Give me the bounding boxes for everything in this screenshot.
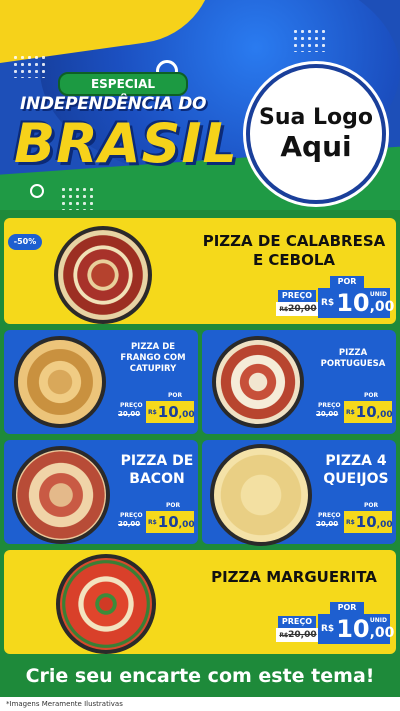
price-decimal: ,00 bbox=[369, 625, 395, 641]
price-box: R$ 10 ,00 UNID bbox=[318, 288, 394, 318]
product-name: PIZZA 4 QUEIJOS bbox=[323, 453, 389, 487]
logo-line1: Sua Logo bbox=[258, 105, 373, 130]
dots-decoration bbox=[60, 186, 96, 210]
price-box: R$ 10 ,00 bbox=[344, 401, 393, 423]
por-label: POR bbox=[330, 602, 364, 614]
product-name: PIZZA DE FRANGO COM CATUPIRY bbox=[120, 342, 186, 374]
old-price: 20,00 bbox=[316, 410, 339, 418]
price-integer: 10 bbox=[336, 615, 370, 643]
currency: R$ bbox=[321, 624, 335, 634]
product-name: PIZZA DE BACON bbox=[120, 453, 194, 487]
price-box: R$ 10 ,00 UNID bbox=[318, 614, 394, 644]
unit-label: UNID bbox=[369, 617, 387, 624]
discount-badge: -50% bbox=[8, 234, 42, 250]
por-label: POR bbox=[364, 392, 379, 399]
price-integer: 10 bbox=[336, 289, 370, 317]
cta-banner: Crie seu encarte com este tema! bbox=[0, 655, 400, 697]
pizza-image bbox=[12, 446, 110, 544]
pizza-image bbox=[14, 336, 106, 428]
por-label: POR bbox=[330, 276, 364, 288]
old-price: 20,00 bbox=[118, 410, 141, 418]
product-name: PIZZA MARGUERITA bbox=[211, 568, 377, 586]
logo-line2: Aqui bbox=[280, 130, 352, 163]
old-price: 20,00 bbox=[118, 520, 141, 528]
old-price: 20,00 bbox=[316, 520, 339, 528]
pizza-image bbox=[210, 444, 312, 546]
pizza-image bbox=[54, 226, 152, 324]
preco-label: PREÇO bbox=[278, 290, 316, 302]
dots-decoration bbox=[12, 54, 48, 78]
currency: R$ bbox=[321, 298, 335, 308]
old-price: R$20,00 bbox=[276, 302, 320, 316]
price-box: R$ 10 ,00 bbox=[146, 511, 195, 533]
ring-decoration bbox=[30, 184, 44, 198]
por-label: POR bbox=[364, 502, 379, 509]
preco-label: PREÇO bbox=[278, 616, 316, 628]
old-price: R$20,00 bbox=[276, 628, 320, 642]
title-line2: BRASIL bbox=[14, 112, 238, 175]
logo-placeholder: Sua Logo Aqui bbox=[246, 64, 386, 204]
price-decimal: ,00 bbox=[369, 299, 395, 315]
pizza-image bbox=[212, 336, 304, 428]
title-line1: INDEPENDÊNCIA DO bbox=[20, 94, 207, 114]
dots-decoration bbox=[292, 28, 328, 52]
pizza-image bbox=[56, 554, 156, 654]
price-box: R$ 10 ,00 bbox=[344, 511, 393, 533]
header-banner: ESPECIAL INDEPENDÊNCIA DO BRASIL Sua Log… bbox=[0, 0, 400, 210]
product-name: PIZZA DE CALABRESA E CEBOLA bbox=[202, 232, 386, 269]
por-label: POR bbox=[166, 502, 181, 509]
footnote: *Imagens Meramente Ilustrativas bbox=[0, 697, 400, 711]
unit-label: UNID bbox=[369, 291, 387, 298]
product-name: PIZZA PORTUGUESA bbox=[320, 348, 386, 369]
por-label: POR bbox=[168, 392, 183, 399]
price-box: R$ 10 ,00 bbox=[146, 401, 195, 423]
especial-badge: ESPECIAL bbox=[58, 72, 188, 96]
